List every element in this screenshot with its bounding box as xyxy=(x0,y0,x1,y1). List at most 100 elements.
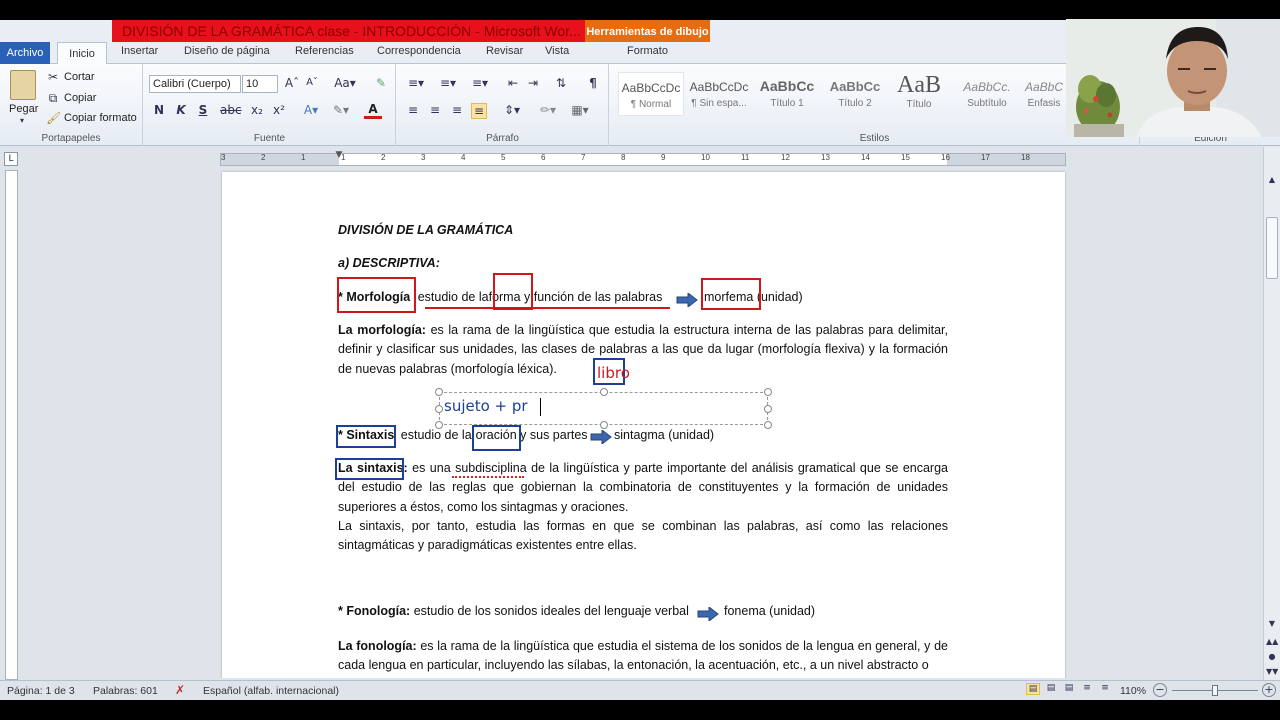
proofing-icon[interactable]: ✗ xyxy=(172,683,188,697)
style-titulo[interactable]: AaB Título xyxy=(886,72,952,116)
show-formatting-icon[interactable]: ¶ xyxy=(585,76,601,90)
multilevel-list-icon[interactable]: ≡▾ xyxy=(469,76,491,90)
annotation-box-sintaxis[interactable] xyxy=(336,425,396,448)
grow-font-icon[interactable]: Aˆ xyxy=(284,76,300,90)
annotation-box-la-sintaxis[interactable] xyxy=(335,458,404,480)
annotation-box-forma[interactable] xyxy=(493,273,533,310)
horizontal-ruler[interactable]: 3 2 1 1 2 3 4 5 6 7 8 9 10 11 12 13 14 15 16 17 18 ▼ xyxy=(220,150,1066,166)
cut-button[interactable]: Cortar xyxy=(64,71,95,83)
scroll-down-icon[interactable]: ▼ xyxy=(1266,619,1278,628)
style-enfasis[interactable]: AaBbC Énfasis xyxy=(1022,72,1066,116)
status-language[interactable]: Español (alfab. internacional) xyxy=(203,685,339,697)
paste-button[interactable]: Pegar xyxy=(9,103,38,115)
scroll-up-icon[interactable]: ▲ xyxy=(1266,175,1278,184)
shrink-font-icon[interactable]: Aˇ xyxy=(304,77,320,88)
shading-icon[interactable]: ✏▾ xyxy=(537,103,559,117)
text-box-handle[interactable] xyxy=(435,405,443,413)
ruler-number: 2 xyxy=(381,153,386,162)
style-titulo-1[interactable]: AaBbCc Título 1 xyxy=(754,72,820,116)
line-spacing-icon[interactable]: ⇕▾ xyxy=(501,103,523,117)
annotation-text-libro[interactable]: libro xyxy=(597,364,630,382)
subscript-icon[interactable]: x₂ xyxy=(250,103,264,117)
annotation-box-morfema[interactable] xyxy=(701,278,761,310)
font-color-icon[interactable]: A xyxy=(364,102,382,119)
ruler-area: L 321123456789101112131415161718 ▼ ▤ xyxy=(0,147,1279,169)
tab-insertar[interactable]: Insertar xyxy=(121,45,158,57)
text-box-handle[interactable] xyxy=(600,388,608,396)
zoom-slider-thumb[interactable] xyxy=(1212,685,1218,696)
align-left-icon[interactable]: ≡ xyxy=(405,103,421,117)
sort-icon[interactable]: ⇅ xyxy=(553,76,569,90)
align-right-icon[interactable]: ≡ xyxy=(449,103,465,117)
sintaxis-paragraph: La sintaxis: es una subdisciplina de la … xyxy=(338,459,948,555)
align-center-icon[interactable]: ≡ xyxy=(427,103,443,117)
vertical-scrollbar[interactable]: ▲ ▼ ▲▲ ● ▼▼ xyxy=(1263,147,1280,680)
numbering-icon[interactable]: ≡▾ xyxy=(437,76,459,90)
annotation-box-morfologia[interactable] xyxy=(337,277,416,313)
view-draft-icon[interactable]: ≡ xyxy=(1098,683,1112,693)
indent-marker-icon[interactable]: ▼ xyxy=(333,150,345,160)
tab-selector-icon[interactable]: L xyxy=(4,152,18,166)
annotation-box-oracion[interactable] xyxy=(472,425,521,451)
annotation-text-sujeto[interactable]: sujeto + pr xyxy=(444,397,528,415)
doc-subheading: a) DESCRIPTIVA: xyxy=(338,256,440,270)
tab-inicio[interactable]: Inicio xyxy=(57,42,107,65)
view-print-layout-icon[interactable]: ▤ xyxy=(1026,683,1040,695)
tab-formato[interactable]: Formato xyxy=(627,45,668,57)
font-size-combo[interactable]: 10 xyxy=(242,75,278,93)
tab-diseno[interactable]: Diseño de página xyxy=(184,45,270,57)
underline-button[interactable]: S xyxy=(196,103,210,117)
strikethrough-icon[interactable]: abc xyxy=(220,103,242,117)
italic-button[interactable]: K xyxy=(174,103,188,117)
next-page-icon[interactable]: ▼▼ xyxy=(1266,667,1278,676)
group-label: Párrafo xyxy=(486,133,519,144)
highlight-color-icon[interactable]: ✎▾ xyxy=(332,103,350,117)
text-box-handle[interactable] xyxy=(764,388,772,396)
borders-icon[interactable]: ▦▾ xyxy=(569,103,591,117)
view-web-layout-icon[interactable]: ▤ xyxy=(1062,683,1076,693)
copy-button[interactable]: Copiar xyxy=(64,92,96,104)
tab-vista[interactable]: Vista xyxy=(545,45,569,57)
view-full-screen-icon[interactable]: ▤ xyxy=(1044,683,1058,693)
ruler-number: 9 xyxy=(661,153,666,162)
justify-icon[interactable]: ≡ xyxy=(471,103,487,119)
style-sin-espaciado[interactable]: AaBbCcDc ¶ Sin espa... xyxy=(686,72,752,116)
zoom-out-icon[interactable]: − xyxy=(1153,683,1167,697)
tab-revisar[interactable]: Revisar xyxy=(486,45,523,57)
tab-archivo[interactable]: Archivo xyxy=(0,42,50,64)
text-box-handle[interactable] xyxy=(764,421,772,429)
text-box-handle[interactable] xyxy=(435,388,443,396)
tab-referencias[interactable]: Referencias xyxy=(295,45,354,57)
bullets-icon[interactable]: ≡▾ xyxy=(405,76,427,90)
bold-button[interactable]: N xyxy=(152,103,166,117)
scroll-thumb[interactable] xyxy=(1266,217,1278,279)
font-name-combo[interactable]: Calibri (Cuerpo) xyxy=(149,75,241,93)
text-box-handle[interactable] xyxy=(764,405,772,413)
ruler-number: 17 xyxy=(981,153,990,162)
format-painter-button[interactable]: Copiar formato xyxy=(64,112,137,124)
zoom-in-icon[interactable]: + xyxy=(1262,683,1276,697)
status-page[interactable]: Página: 1 de 3 xyxy=(7,685,75,697)
paste-dropdown-icon[interactable]: ▾ xyxy=(16,116,28,125)
status-words[interactable]: Palabras: 601 xyxy=(93,685,158,697)
paste-icon[interactable] xyxy=(10,70,36,100)
group-fuente: Calibri (Cuerpo) 10 Aˆ Aˇ Aa▾ ✎ N K S ab… xyxy=(144,64,396,146)
arrow-right-icon xyxy=(697,607,719,621)
style-normal[interactable]: AaBbCcDc ¶ Normal xyxy=(618,72,684,116)
style-titulo-2[interactable]: AaBbCc Título 2 xyxy=(822,72,888,116)
clear-format-icon[interactable]: ✎ xyxy=(372,76,390,90)
text-box-handle[interactable] xyxy=(600,421,608,429)
tab-correspondencia[interactable]: Correspondencia xyxy=(377,45,461,57)
style-subtitulo[interactable]: AaBbCc. Subtítulo xyxy=(954,72,1020,116)
change-case-icon[interactable]: Aa▾ xyxy=(334,76,356,90)
browse-object-icon[interactable]: ● xyxy=(1266,652,1278,661)
view-outline-icon[interactable]: ≡ xyxy=(1080,683,1094,693)
prev-page-icon[interactable]: ▲▲ xyxy=(1266,637,1278,646)
annotation-underline-red[interactable] xyxy=(425,307,670,309)
vertical-ruler[interactable] xyxy=(5,170,18,680)
increase-indent-icon[interactable]: ⇥ xyxy=(525,76,541,90)
text-effects-icon[interactable]: A▾ xyxy=(302,103,320,117)
zoom-level[interactable]: 110% xyxy=(1120,685,1146,697)
superscript-icon[interactable]: x² xyxy=(272,103,286,117)
decrease-indent-icon[interactable]: ⇤ xyxy=(505,76,521,90)
